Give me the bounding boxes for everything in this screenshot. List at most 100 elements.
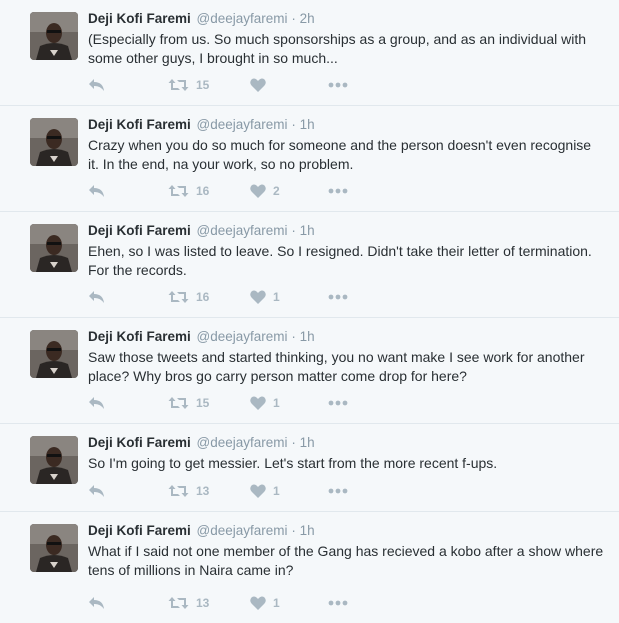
more-dots-icon	[328, 188, 348, 194]
like-count: 1	[273, 484, 280, 498]
avatar-image	[30, 118, 78, 166]
tweet-text: Crazy when you do so much for someone an…	[88, 137, 592, 172]
author-handle[interactable]: @deejayfaremi	[197, 11, 288, 26]
tweet-actions: 13 1	[88, 595, 368, 611]
avatar[interactable]	[30, 330, 78, 378]
heart-icon	[250, 596, 266, 610]
author-handle[interactable]: @deejayfaremi	[197, 435, 288, 450]
separator-dot: ·	[291, 223, 296, 238]
tweet-timestamp[interactable]: 1h	[300, 223, 315, 238]
tweet-timestamp[interactable]: 1h	[300, 117, 315, 132]
tweet-text: Saw those tweets and started thinking, y…	[88, 349, 585, 384]
more-dots-icon	[328, 400, 348, 406]
retweet-count: 15	[196, 396, 210, 410]
author-name[interactable]: Deji Kofi Faremi	[88, 223, 191, 238]
like-button[interactable]: 2	[250, 184, 328, 198]
retweet-icon	[168, 291, 189, 303]
tweet-actions: 16 1	[88, 289, 368, 305]
avatar[interactable]	[30, 12, 78, 60]
more-dots-icon	[328, 488, 348, 494]
avatar[interactable]	[30, 524, 78, 572]
reply-button[interactable]	[88, 484, 168, 498]
reply-button[interactable]	[88, 184, 168, 198]
avatar[interactable]	[30, 436, 78, 484]
author-name[interactable]: Deji Kofi Faremi	[88, 523, 191, 538]
avatar[interactable]	[30, 224, 78, 272]
tweet-timestamp[interactable]: 2h	[300, 11, 315, 26]
author-name[interactable]: Deji Kofi Faremi	[88, 117, 191, 132]
retweet-icon	[168, 79, 189, 91]
avatar-image	[30, 524, 78, 572]
retweet-count: 13	[196, 596, 210, 610]
heart-icon	[250, 484, 266, 498]
more-button[interactable]	[328, 188, 368, 194]
tweet-item[interactable]: Deji Kofi Faremi @deejayfaremi · 1h Craz…	[0, 106, 619, 212]
retweet-count: 15	[196, 78, 210, 92]
heart-icon	[250, 184, 266, 198]
tweet-header: Deji Kofi Faremi @deejayfaremi · 1h	[88, 328, 605, 346]
tweet-text: So I'm going to get messier. Let's start…	[88, 455, 498, 471]
retweet-button[interactable]: 13	[168, 596, 250, 610]
more-button[interactable]	[328, 488, 368, 494]
tweet-item[interactable]: Deji Kofi Faremi @deejayfaremi · 1h So I…	[0, 424, 619, 512]
retweet-icon	[168, 485, 189, 497]
tweet-item[interactable]: Deji Kofi Faremi @deejayfaremi · 2h (Esp…	[0, 0, 619, 106]
tweet-header: Deji Kofi Faremi @deejayfaremi · 1h	[88, 222, 605, 240]
retweet-button[interactable]: 16	[168, 290, 250, 304]
tweet-actions: 16 2	[88, 183, 368, 199]
more-button[interactable]	[328, 400, 368, 406]
more-button[interactable]	[328, 600, 368, 606]
more-dots-icon	[328, 600, 348, 606]
like-count: 1	[273, 596, 280, 610]
retweet-button[interactable]: 13	[168, 484, 250, 498]
separator-dot: ·	[291, 435, 296, 450]
reply-icon	[89, 397, 104, 409]
more-dots-icon	[328, 294, 348, 300]
more-button[interactable]	[328, 294, 368, 300]
retweet-button[interactable]: 16	[168, 184, 250, 198]
tweet-text: What if I said not one member of the Gan…	[88, 543, 604, 578]
heart-icon	[250, 78, 266, 92]
tweet-item[interactable]: Deji Kofi Faremi @deejayfaremi · 1h What…	[0, 512, 619, 623]
author-name[interactable]: Deji Kofi Faremi	[88, 329, 191, 344]
reply-button[interactable]	[88, 396, 168, 410]
tweet-text: (Especially from us. So much sponsorship…	[88, 31, 587, 66]
separator-dot: ·	[291, 11, 296, 26]
retweet-button[interactable]: 15	[168, 78, 250, 92]
like-button[interactable]: 1	[250, 290, 328, 304]
tweet-timestamp[interactable]: 1h	[300, 329, 315, 344]
author-handle[interactable]: @deejayfaremi	[197, 223, 288, 238]
reply-button[interactable]	[88, 290, 168, 304]
avatar-image	[30, 224, 78, 272]
reply-button[interactable]	[88, 78, 168, 92]
like-button[interactable]: 1	[250, 484, 328, 498]
reply-button[interactable]	[88, 596, 168, 610]
tweet-item[interactable]: Deji Kofi Faremi @deejayfaremi · 1h Ehen…	[0, 212, 619, 318]
like-button[interactable]: 1	[250, 596, 328, 610]
tweet-header: Deji Kofi Faremi @deejayfaremi · 1h	[88, 434, 605, 452]
retweet-button[interactable]: 15	[168, 396, 250, 410]
like-count: 1	[273, 396, 280, 410]
author-name[interactable]: Deji Kofi Faremi	[88, 11, 191, 26]
author-name[interactable]: Deji Kofi Faremi	[88, 435, 191, 450]
avatar[interactable]	[30, 118, 78, 166]
tweet-text: Ehen, so I was listed to leave. So I res…	[88, 243, 592, 278]
tweet-timestamp[interactable]: 1h	[300, 523, 315, 538]
tweet-item[interactable]: Deji Kofi Faremi @deejayfaremi · 1h Saw …	[0, 318, 619, 424]
reply-icon	[89, 485, 104, 497]
retweet-count: 13	[196, 484, 210, 498]
heart-icon	[250, 396, 266, 410]
more-button[interactable]	[328, 82, 368, 88]
separator-dot: ·	[291, 523, 296, 538]
like-button[interactable]	[250, 78, 328, 92]
retweet-icon	[168, 397, 189, 409]
author-handle[interactable]: @deejayfaremi	[197, 117, 288, 132]
reply-icon	[89, 291, 104, 303]
retweet-count: 16	[196, 184, 210, 198]
author-handle[interactable]: @deejayfaremi	[197, 523, 288, 538]
tweet-timestamp[interactable]: 1h	[300, 435, 315, 450]
author-handle[interactable]: @deejayfaremi	[197, 329, 288, 344]
tweet-actions: 15	[88, 77, 368, 93]
avatar-image	[30, 436, 78, 484]
like-button[interactable]: 1	[250, 396, 328, 410]
